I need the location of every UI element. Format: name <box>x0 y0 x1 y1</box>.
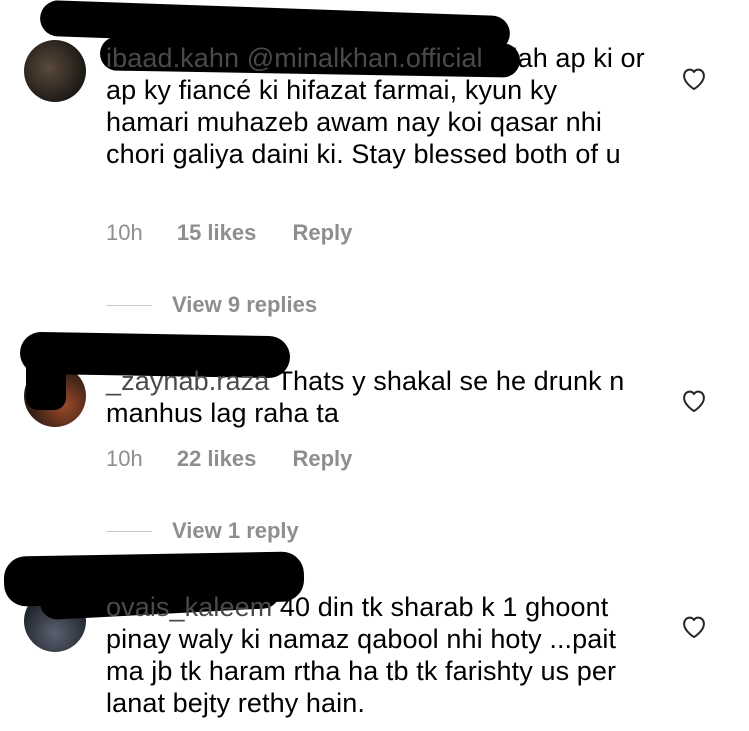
reply-button[interactable]: Reply <box>292 220 352 245</box>
divider-line <box>106 304 152 306</box>
comment-likes[interactable]: 15 likes <box>177 220 257 245</box>
comment-text: ibaad.kahn @minalkhan.official allah ap … <box>106 42 646 170</box>
comment-time: 10h <box>106 446 143 471</box>
heart-outline-icon[interactable] <box>680 613 708 639</box>
comment-1: ibaad.kahn @minalkhan.official allah ap … <box>0 0 749 330</box>
comment-time: 10h <box>106 220 143 245</box>
comment-2: _zaynab.raza Thats y shakal se he drunk … <box>0 330 749 550</box>
view-replies-label[interactable]: View 1 reply <box>172 518 299 544</box>
comment-username[interactable]: _zaynab.raza <box>106 366 269 396</box>
view-replies-button[interactable]: View 9 replies <box>106 292 317 318</box>
heart-outline-icon[interactable] <box>680 387 708 413</box>
user-avatar[interactable] <box>24 40 86 102</box>
comment-text: _zaynab.raza Thats y shakal se he drunk … <box>106 365 646 429</box>
comment-text: ovais_kaleem 40 din tk sharab k 1 ghoont… <box>106 591 646 719</box>
heart-outline-icon[interactable] <box>680 65 708 91</box>
redaction-mark <box>26 350 66 410</box>
comment-3: ovais_kaleem 40 din tk sharab k 1 ghoont… <box>0 550 749 731</box>
view-replies-button[interactable]: View 1 reply <box>106 518 299 544</box>
comment-username[interactable]: ibaad.kahn <box>106 43 239 73</box>
comment-meta: 10h 15 likes Reply <box>106 220 352 246</box>
divider-line <box>106 530 152 532</box>
reply-button[interactable]: Reply <box>292 446 352 471</box>
comment-likes[interactable]: 22 likes <box>177 446 257 471</box>
comment-meta: 10h 22 likes Reply <box>106 446 352 472</box>
comment-mention[interactable]: @minalkhan.official <box>247 43 483 73</box>
comment-username[interactable]: ovais_kaleem <box>106 592 272 622</box>
view-replies-label[interactable]: View 9 replies <box>172 292 317 318</box>
